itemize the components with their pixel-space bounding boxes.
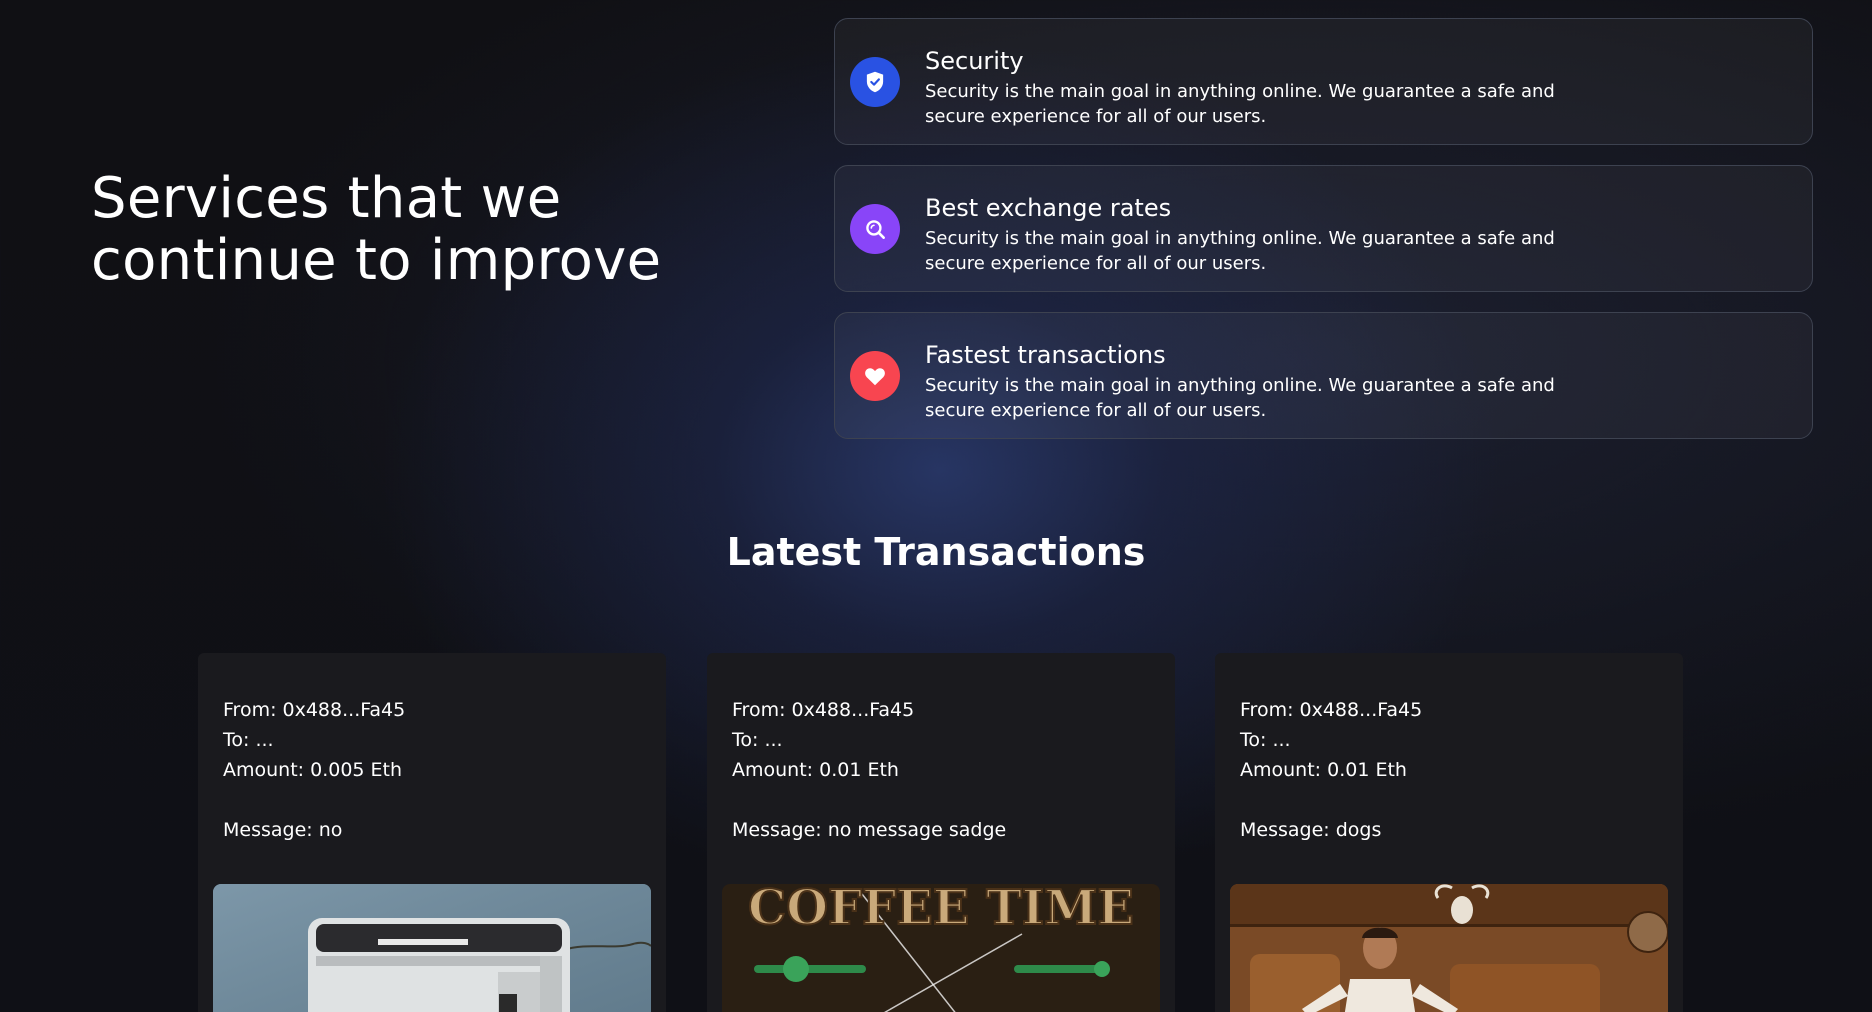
latest-transactions-heading: Latest Transactions (726, 530, 1146, 574)
transaction-message: Message: no message sadge (732, 819, 1007, 841)
transaction-amount: Amount: 0.005 Eth (223, 759, 403, 781)
transaction-gif-printer (213, 884, 651, 1012)
shield-check-icon (850, 57, 900, 107)
transaction-message: Message: dogs (1240, 819, 1382, 841)
service-card-exchange-rates: Best exchange rates Security is the main… (834, 165, 1813, 292)
transaction-message: Message: no (223, 819, 343, 841)
service-description: Security is the main goal in anything on… (925, 375, 1555, 421)
service-card-security: Security Security is the main goal in an… (834, 18, 1813, 145)
transaction-to: To: ... (1240, 729, 1291, 751)
service-name: Security (925, 47, 1024, 75)
coffee-time-image-text: COFFEE TIME (748, 884, 1134, 936)
transaction-to: To: ... (223, 729, 274, 751)
heart-icon (850, 351, 900, 401)
service-description: Security is the main goal in anything on… (925, 228, 1555, 274)
service-name: Fastest transactions (925, 341, 1166, 369)
services-title: Services that we continue to improve (91, 166, 662, 293)
service-description: Security is the main goal in anything on… (925, 81, 1555, 127)
transaction-card: From: 0x488...Fa45 To: ... Amount: 0.005… (198, 653, 666, 1012)
transaction-card: From: 0x488...Fa45 To: ... Amount: 0.01 … (707, 653, 1175, 1012)
service-name: Best exchange rates (925, 194, 1172, 222)
transaction-gif-coffee-time: COFFEE TIME (722, 884, 1160, 1012)
transaction-from: From: 0x488...Fa45 (223, 699, 406, 721)
search-icon (850, 204, 900, 254)
transaction-from: From: 0x488...Fa45 (732, 699, 915, 721)
transaction-card: From: 0x488...Fa45 To: ... Amount: 0.01 … (1215, 653, 1683, 1012)
transaction-from: From: 0x488...Fa45 (1240, 699, 1423, 721)
transaction-amount: Amount: 0.01 Eth (1240, 759, 1407, 781)
transaction-gif-dogs (1230, 884, 1668, 1012)
transaction-amount: Amount: 0.01 Eth (732, 759, 899, 781)
service-card-fastest-transactions: Fastest transactions Security is the mai… (834, 312, 1813, 439)
transaction-to: To: ... (732, 729, 783, 751)
